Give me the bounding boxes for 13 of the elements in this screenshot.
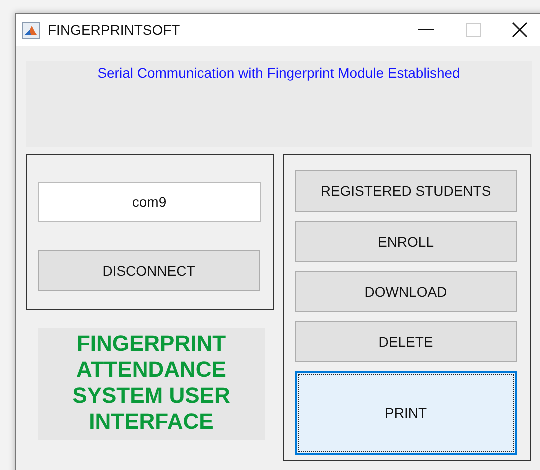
port-field[interactable]: com9 — [38, 182, 261, 222]
action-button[interactable]: ENROLL — [295, 221, 517, 262]
window-title: FINGERPRINTSOFT — [48, 22, 180, 38]
action-button[interactable]: REGISTERED STUDENTS — [295, 170, 517, 212]
peak-surface-icon — [22, 22, 40, 38]
status-message: Serial Communication with Fingerprint Module Established — [98, 65, 460, 83]
close-icon[interactable] — [512, 22, 528, 38]
action-button[interactable]: DOWNLOAD — [295, 271, 517, 312]
action-button[interactable]: PRINT — [295, 371, 517, 455]
disconnect-button[interactable]: DISCONNECT — [38, 250, 260, 291]
action-button[interactable]: DELETE — [295, 321, 517, 362]
app-title: FINGERPRINT ATTENDANCE SYSTEM USER INTERFACE — [38, 328, 265, 440]
minimize-icon[interactable] — [418, 29, 434, 31]
